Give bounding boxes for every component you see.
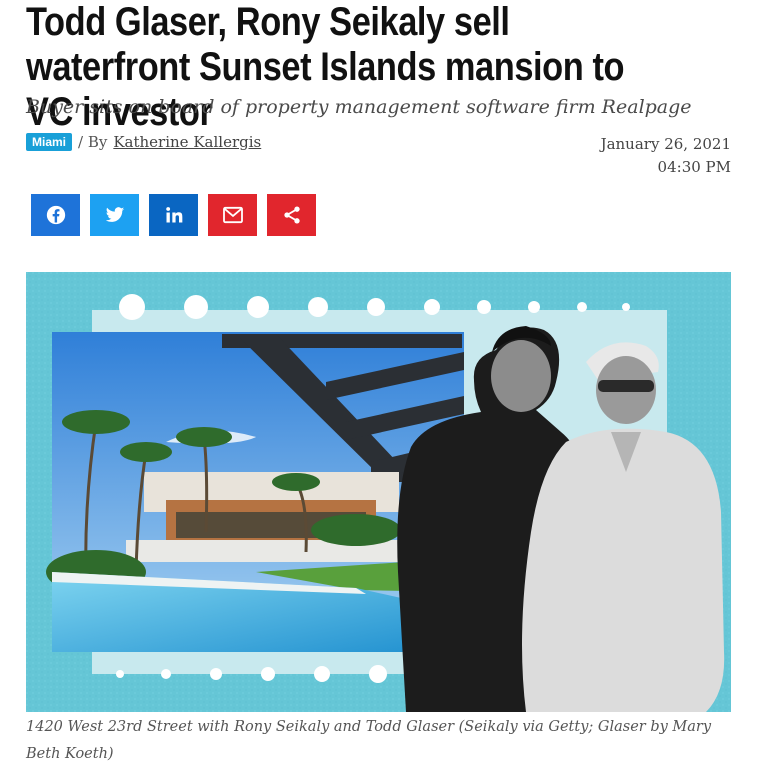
image-caption: 1420 West 23rd Street with Rony Seikaly …: [26, 719, 712, 762]
share-linkedin-button[interactable]: [149, 194, 198, 236]
share-buttons: [31, 194, 316, 236]
linkedin-icon: [165, 207, 182, 223]
article-subheadline: Buyer sits on board of property manageme…: [26, 96, 692, 118]
category-tag[interactable]: Miami: [26, 133, 73, 151]
hero-image: [26, 272, 731, 712]
byline: Miami / By Katherine Kallergis: [26, 133, 261, 151]
byline-prefix: / By: [78, 133, 108, 151]
email-icon: [222, 206, 243, 224]
share-facebook-button[interactable]: [31, 194, 80, 236]
share-twitter-button[interactable]: [90, 194, 139, 236]
twitter-icon: [105, 207, 124, 222]
publish-time: 04:30 PM: [657, 158, 731, 176]
author-link[interactable]: Katherine Kallergis: [113, 133, 261, 151]
hero-illustration: [26, 272, 731, 712]
share-icon: [283, 206, 300, 224]
facebook-icon: [46, 205, 65, 225]
publish-date: January 26, 2021 04:30 PM: [601, 133, 731, 179]
publish-date-day: January 26, 2021: [600, 135, 731, 153]
share-more-button[interactable]: [267, 194, 316, 236]
share-email-button[interactable]: [208, 194, 257, 236]
